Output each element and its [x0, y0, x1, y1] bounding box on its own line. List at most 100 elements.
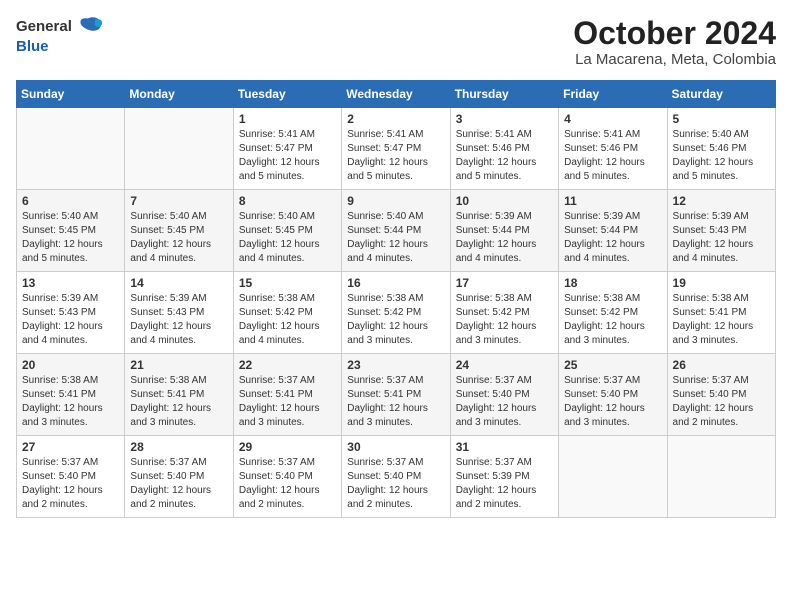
cell-text-line: Sunset: 5:43 PM	[673, 225, 747, 236]
day-number: 23	[347, 358, 444, 372]
cell-text-line: and 5 minutes.	[347, 171, 413, 182]
cell-text-line: Daylight: 12 hours	[239, 239, 320, 250]
cell-text-line: Sunrise: 5:40 AM	[239, 211, 315, 222]
calendar-cell: 5Sunrise: 5:40 AMSunset: 5:46 PMDaylight…	[667, 108, 775, 190]
cell-text-line: Daylight: 12 hours	[239, 157, 320, 168]
cell-text-line: Sunrise: 5:40 AM	[673, 129, 749, 140]
calendar-cell: 23Sunrise: 5:37 AMSunset: 5:41 PMDayligh…	[342, 354, 450, 436]
cell-content: Sunrise: 5:38 AMSunset: 5:42 PMDaylight:…	[347, 292, 444, 348]
cell-text-line: Sunrise: 5:37 AM	[456, 375, 532, 386]
cell-text-line: Daylight: 12 hours	[673, 239, 754, 250]
cell-content: Sunrise: 5:41 AMSunset: 5:46 PMDaylight:…	[564, 128, 661, 184]
cell-text-line: Daylight: 12 hours	[22, 403, 103, 414]
cell-text-line: and 4 minutes.	[22, 335, 88, 346]
cell-text-line: Daylight: 12 hours	[347, 157, 428, 168]
cell-text-line: Daylight: 12 hours	[239, 403, 320, 414]
calendar-cell: 20Sunrise: 5:38 AMSunset: 5:41 PMDayligh…	[17, 354, 125, 436]
cell-text-line: and 5 minutes.	[456, 171, 522, 182]
cell-text-line: and 3 minutes.	[564, 417, 630, 428]
cell-text-line: Daylight: 12 hours	[564, 239, 645, 250]
day-number: 18	[564, 276, 661, 290]
calendar-cell: 11Sunrise: 5:39 AMSunset: 5:44 PMDayligh…	[559, 190, 667, 272]
calendar-cell: 9Sunrise: 5:40 AMSunset: 5:44 PMDaylight…	[342, 190, 450, 272]
day-number: 31	[456, 440, 553, 454]
day-number: 26	[673, 358, 770, 372]
cell-text-line: and 5 minutes.	[564, 171, 630, 182]
cell-content: Sunrise: 5:37 AMSunset: 5:40 PMDaylight:…	[347, 456, 444, 512]
cell-text-line: Daylight: 12 hours	[22, 321, 103, 332]
day-number: 24	[456, 358, 553, 372]
cell-text-line: and 4 minutes.	[130, 335, 196, 346]
cell-text-line: Daylight: 12 hours	[456, 403, 537, 414]
cell-text-line: Sunset: 5:46 PM	[673, 143, 747, 154]
cell-text-line: Sunrise: 5:41 AM	[347, 129, 423, 140]
cell-text-line: Sunset: 5:46 PM	[456, 143, 530, 154]
cell-content: Sunrise: 5:38 AMSunset: 5:41 PMDaylight:…	[22, 374, 119, 430]
cell-content: Sunrise: 5:37 AMSunset: 5:40 PMDaylight:…	[22, 456, 119, 512]
cell-content: Sunrise: 5:38 AMSunset: 5:42 PMDaylight:…	[564, 292, 661, 348]
calendar-cell: 22Sunrise: 5:37 AMSunset: 5:41 PMDayligh…	[233, 354, 341, 436]
cell-text-line: and 4 minutes.	[673, 253, 739, 264]
calendar-cell: 16Sunrise: 5:38 AMSunset: 5:42 PMDayligh…	[342, 272, 450, 354]
calendar-cell	[667, 436, 775, 518]
calendar-cell: 21Sunrise: 5:38 AMSunset: 5:41 PMDayligh…	[125, 354, 233, 436]
day-number: 6	[22, 194, 119, 208]
calendar-cell: 27Sunrise: 5:37 AMSunset: 5:40 PMDayligh…	[17, 436, 125, 518]
calendar-cell: 8Sunrise: 5:40 AMSunset: 5:45 PMDaylight…	[233, 190, 341, 272]
cell-text-line: and 4 minutes.	[239, 335, 305, 346]
cell-content: Sunrise: 5:37 AMSunset: 5:40 PMDaylight:…	[130, 456, 227, 512]
cell-text-line: and 2 minutes.	[130, 499, 196, 510]
cell-text-line: Sunset: 5:40 PM	[22, 471, 96, 482]
calendar-cell: 1Sunrise: 5:41 AMSunset: 5:47 PMDaylight…	[233, 108, 341, 190]
cell-text-line: Sunrise: 5:38 AM	[564, 293, 640, 304]
calendar-cell: 25Sunrise: 5:37 AMSunset: 5:40 PMDayligh…	[559, 354, 667, 436]
day-number: 7	[130, 194, 227, 208]
cell-content: Sunrise: 5:38 AMSunset: 5:41 PMDaylight:…	[130, 374, 227, 430]
cell-text-line: Sunrise: 5:37 AM	[22, 457, 98, 468]
cell-text-line: Daylight: 12 hours	[130, 321, 211, 332]
cell-text-line: Sunrise: 5:37 AM	[673, 375, 749, 386]
day-number: 10	[456, 194, 553, 208]
cell-text-line: Daylight: 12 hours	[347, 485, 428, 496]
day-number: 30	[347, 440, 444, 454]
cell-text-line: Sunrise: 5:37 AM	[239, 375, 315, 386]
cell-text-line: Sunset: 5:40 PM	[456, 389, 530, 400]
month-year-title: October 2024	[573, 16, 776, 51]
cell-content: Sunrise: 5:38 AMSunset: 5:41 PMDaylight:…	[673, 292, 770, 348]
weekday-header-saturday: Saturday	[667, 81, 775, 108]
day-number: 29	[239, 440, 336, 454]
title-block: October 2024 La Macarena, Meta, Colombia	[573, 16, 776, 68]
calendar-cell: 26Sunrise: 5:37 AMSunset: 5:40 PMDayligh…	[667, 354, 775, 436]
cell-text-line: Sunset: 5:42 PM	[456, 307, 530, 318]
calendar-week-row: 6 Sunrise: 5:40 AM Sunset: 5:45 PM Daylight…	[17, 190, 776, 272]
cell-text-line: Daylight: 12 hours	[347, 321, 428, 332]
cell-text-line: Sunset: 5:42 PM	[239, 307, 313, 318]
cell-text-line: and 4 minutes.	[239, 253, 305, 264]
day-number: 14	[130, 276, 227, 290]
cell-text-line: Daylight: 12 hours	[239, 485, 320, 496]
cell-text-line: Sunrise: 5:40 AM	[22, 211, 98, 222]
calendar-cell: 6Sunrise: 5:40 AMSunset: 5:45 PMDaylight…	[17, 190, 125, 272]
day-number: 28	[130, 440, 227, 454]
cell-text-line: Daylight: 12 hours	[673, 403, 754, 414]
weekday-header-friday: Friday	[559, 81, 667, 108]
day-number: 1	[239, 112, 336, 126]
cell-text-line: Sunrise: 5:39 AM	[456, 211, 532, 222]
cell-text-line: Sunset: 5:43 PM	[22, 307, 96, 318]
cell-text-line: Sunrise: 5:38 AM	[673, 293, 749, 304]
logo-blue-text: Blue	[16, 38, 49, 56]
weekday-header-row: SundayMondayTuesdayWednesdayThursdayFrid…	[17, 81, 776, 108]
calendar-cell: 12Sunrise: 5:39 AMSunset: 5:43 PMDayligh…	[667, 190, 775, 272]
calendar-week-row: 27Sunrise: 5:37 AMSunset: 5:40 PMDayligh…	[17, 436, 776, 518]
day-number: 25	[564, 358, 661, 372]
calendar-cell: 17Sunrise: 5:38 AMSunset: 5:42 PMDayligh…	[450, 272, 558, 354]
cell-text-line: and 4 minutes.	[564, 253, 630, 264]
calendar-cell: 31Sunrise: 5:37 AMSunset: 5:39 PMDayligh…	[450, 436, 558, 518]
calendar-week-row: 13Sunrise: 5:39 AMSunset: 5:43 PMDayligh…	[17, 272, 776, 354]
cell-text-line: Sunset: 5:47 PM	[239, 143, 313, 154]
cell-text-line: Sunset: 5:45 PM	[239, 225, 313, 236]
weekday-header-sunday: Sunday	[17, 81, 125, 108]
location-subtitle: La Macarena, Meta, Colombia	[573, 51, 776, 68]
cell-text-line: Sunrise: 5:37 AM	[130, 457, 206, 468]
cell-text-line: and 3 minutes.	[564, 335, 630, 346]
